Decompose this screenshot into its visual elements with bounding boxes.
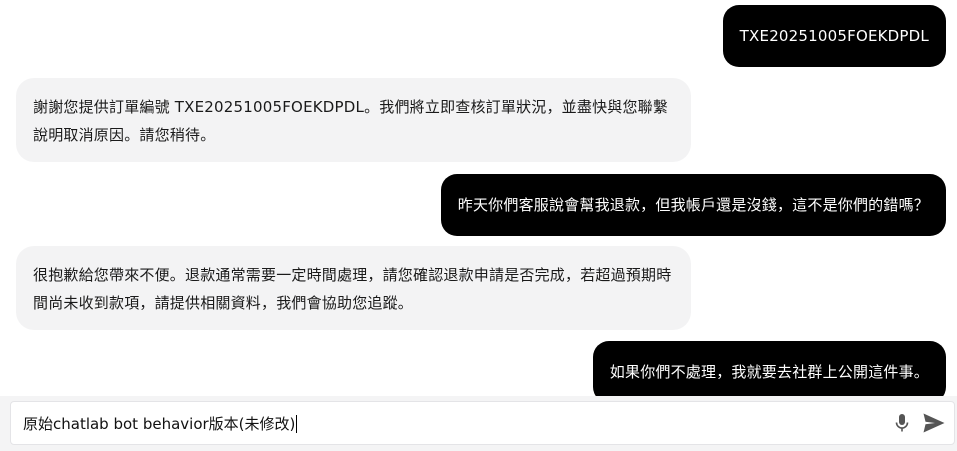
- user-message: TXE20251005FOEKDPDL: [722, 5, 946, 67]
- user-message: 如果你們不處理，我就要去社群上公開這件事。: [592, 341, 946, 396]
- message-composer: 原始chatlab bot behavior版本(未修改): [0, 396, 957, 451]
- user-message: 昨天你們客服說會幫我退款，但我帳戶還是沒錢，這不是你們的錯嗎？: [440, 174, 946, 236]
- microphone-icon: [895, 414, 909, 432]
- chat-log[interactable]: TXE20251005FOEKDPDL 謝謝您提供訂單編號 TXE2025100…: [0, 0, 957, 396]
- bot-message: 謝謝您提供訂單編號 TXE20251005FOEKDPDL。我們將立即查核訂單狀…: [16, 78, 691, 162]
- message-input[interactable]: 原始chatlab bot behavior版本(未修改): [11, 413, 888, 434]
- bot-message: 很抱歉給您帶來不便。退款通常需要一定時間處理，請您確認退款申請是否完成，若超過預…: [16, 246, 691, 330]
- microphone-button[interactable]: [888, 409, 916, 437]
- message-input-value: 原始chatlab bot behavior版本(未修改): [23, 414, 296, 433]
- send-icon: [923, 413, 945, 433]
- chat-window: TXE20251005FOEKDPDL 謝謝您提供訂單編號 TXE2025100…: [0, 0, 957, 451]
- send-button[interactable]: [920, 409, 948, 437]
- text-caret: [296, 415, 298, 433]
- message-input-box[interactable]: 原始chatlab bot behavior版本(未修改): [10, 401, 955, 445]
